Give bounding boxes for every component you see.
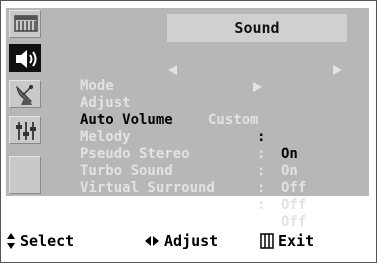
melody-value: On [281,163,298,179]
hint-adjust: Adjust [144,226,218,256]
menu-item-turbo-sound[interactable]: Turbo Sound : Off [80,146,306,213]
menu-item-melody[interactable]: Melody : On [80,112,298,179]
arrow-right-icon[interactable] [332,64,344,76]
melody-colon: : [257,146,266,162]
pseudo-stereo-colon: : [257,163,266,179]
speaker-icon [16,50,37,68]
turbo-sound-value: Off [281,197,307,213]
sidebar-item-setup[interactable] [9,116,41,144]
menu-item-adjust[interactable]: Adjust [80,78,262,111]
picture-icon [14,15,38,32]
pseudo-stereo-value: Off [281,180,307,196]
hint-exit: Exit [260,226,314,256]
virtual-surround-label: Virtual Surround [80,180,215,196]
satellite-dish-icon [16,85,33,105]
menu-item-auto-volume[interactable]: Auto Volume : On [80,95,298,162]
left-right-arrows-icon [145,236,159,246]
menu-icon [260,233,274,249]
auto-volume-colon: : [257,129,266,145]
menu-item-mode[interactable]: Mode Custom [80,61,342,128]
hint-select-label: Select [20,232,75,250]
equalizer-sliders-icon [16,122,36,140]
sidebar-item-channel[interactable] [9,80,41,108]
sidebar-item-sound[interactable] [9,44,41,72]
mode-value: Custom [208,112,259,128]
arrow-left-icon[interactable] [166,64,178,76]
hint-adjust-label: Adjust [164,232,219,250]
hint-select: Select [6,226,74,256]
menu-item-pseudo-stereo[interactable]: Pseudo Stereo : Off [80,129,306,196]
sidebar [6,8,44,196]
page-title: Sound [167,14,347,42]
hint-exit-label: Exit [278,232,315,250]
sidebar-item-picture[interactable] [9,10,41,38]
up-down-arrows-icon [7,233,15,249]
sidebar-empty-slot [9,156,41,194]
virtual-surround-colon: : [257,197,266,213]
menu-item-virtual-surround[interactable]: Virtual Surround : Off [80,163,306,230]
arrow-right-icon [253,82,262,92]
auto-volume-value: On [281,146,298,162]
turbo-sound-colon: : [257,180,266,196]
footer-hints: Select Adjust Exit [0,226,377,256]
